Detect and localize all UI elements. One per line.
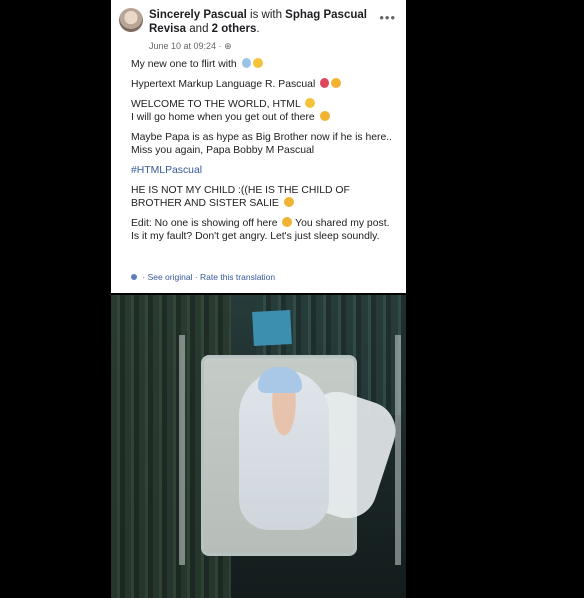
- line-text: My new one to flirt with: [131, 59, 237, 70]
- post-timestamp[interactable]: June 10 at 09:24 · ⊕: [149, 41, 232, 52]
- heart-emoji-icon: [320, 78, 330, 88]
- translation-links: · See original · Rate this translation: [131, 272, 275, 282]
- post-line-6: Edit: No one is showing off here You sha…: [131, 217, 393, 243]
- syringe-emoji-icon: [241, 58, 251, 68]
- line-text: Hypertext Markup Language R. Pascual: [131, 79, 316, 90]
- period: .: [256, 23, 260, 35]
- author-name[interactable]: Sincerely Pascual: [149, 9, 247, 21]
- post-body: My new one to flirt with Hypertext Marku…: [131, 58, 393, 250]
- laugh-emoji-icon: [331, 78, 342, 88]
- with-text: is with: [246, 9, 286, 21]
- post-line-5: HE IS NOT MY CHILD :((HE IS THE CHILD OF…: [131, 184, 393, 210]
- post-header: Sincerely Pascual is with Sphag Pascual …: [149, 8, 379, 36]
- baby-emoji-icon: [305, 98, 316, 108]
- laugh-emoji-icon: [282, 217, 293, 227]
- see-original-link[interactable]: See original: [148, 272, 193, 282]
- baby-hat: [258, 367, 302, 393]
- line-text: HE IS NOT MY CHILD :((HE IS THE CHILD OF…: [131, 185, 350, 209]
- separator: ·: [140, 272, 148, 282]
- post-line-2: Hypertext Markup Language R. Pascual: [131, 78, 393, 91]
- post-line-4: Maybe Papa is as hype as Big Brother now…: [131, 132, 393, 156]
- and-text: and: [186, 23, 212, 35]
- post-line-1: My new one to flirt with: [131, 58, 393, 71]
- facebook-post-card: Sincerely Pascual is with Sphag Pascual …: [111, 0, 406, 293]
- smile-emoji-icon: [252, 58, 263, 68]
- translate-icon: [131, 274, 137, 280]
- rate-translation-link[interactable]: Rate this translation: [200, 272, 275, 282]
- globe-icon: ⊕: [224, 41, 232, 51]
- hashtag-link[interactable]: #HTMLPascual: [131, 164, 393, 177]
- more-options-icon[interactable]: •••: [379, 10, 396, 25]
- line-text: Edit: No one is showing off here: [131, 218, 278, 229]
- laugh-emoji-icon: [283, 197, 294, 207]
- post-photo[interactable]: [111, 295, 406, 598]
- others-link[interactable]: 2 others: [212, 23, 257, 35]
- line-text: WELCOME TO THE WORLD, HTML: [131, 99, 301, 110]
- line-text: I will go home when you get out of there: [131, 112, 315, 123]
- author-avatar[interactable]: [119, 8, 143, 32]
- post-date[interactable]: June 10 at 09:24 ·: [149, 41, 222, 51]
- laugh-emoji-icon: [319, 111, 330, 121]
- post-line-3: WELCOME TO THE WORLD, HTML I will go hom…: [131, 98, 393, 124]
- newborn-baby: [239, 370, 329, 530]
- separator: ·: [192, 272, 201, 282]
